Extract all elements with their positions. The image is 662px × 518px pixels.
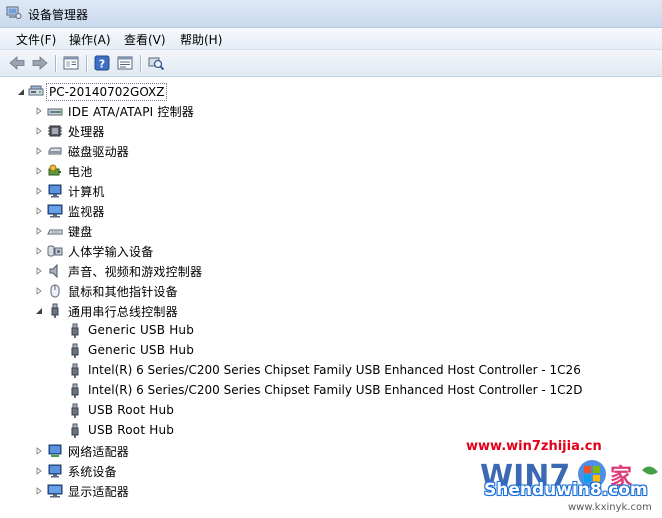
watermark-sub-url: www.kxinyk.com — [568, 502, 652, 513]
tree-item-label: 系统设备 — [68, 465, 117, 479]
menu-action[interactable]: 操作(A) — [67, 31, 113, 48]
keyboard-icon — [47, 229, 63, 235]
help-icon[interactable]: ? — [93, 54, 111, 72]
expand-arrow-icon[interactable] — [35, 467, 43, 475]
expand-arrow-icon[interactable] — [35, 127, 43, 135]
tree-child-label: Intel(R) 6 Series/C200 Series Chipset Fa… — [88, 383, 583, 397]
tree-item-label: 通用串行总线控制器 — [68, 305, 178, 319]
device-manager-icon — [6, 6, 22, 19]
tree-item-label: IDE ATA/ATAPI 控制器 — [68, 105, 194, 119]
tree-item-usb-controller[interactable]: 通用串行总线控制器 — [0, 301, 662, 321]
tree-child-usb-device[interactable]: USB Root Hub — [0, 421, 662, 441]
tree-child-usb-device[interactable]: Intel(R) 6 Series/C200 Series Chipset Fa… — [0, 381, 662, 401]
scan-hardware-icon[interactable] — [147, 54, 165, 72]
back-arrow-icon[interactable] — [8, 54, 26, 72]
console-tree-icon[interactable] — [62, 54, 80, 72]
toolbar-separator — [55, 55, 57, 72]
tree-child-label: USB Root Hub — [88, 423, 175, 437]
window-title: 设备管理器 — [28, 8, 89, 22]
tree-item-ide-controller[interactable]: IDE ATA/ATAPI 控制器 — [0, 101, 662, 121]
tree-item-processor[interactable]: 处理器 — [0, 121, 662, 141]
svg-text:?: ? — [99, 58, 105, 71]
expand-arrow-icon[interactable] — [35, 487, 43, 495]
toolbar: ? — [0, 50, 662, 77]
usb-device-icon — [71, 383, 79, 398]
tree-item-label: 计算机 — [68, 185, 105, 199]
tree-item-disk-drive[interactable]: 磁盘驱动器 — [0, 141, 662, 161]
watermark-brand: Shenduwin8.com — [484, 480, 648, 500]
menu-help[interactable]: 帮助(H) — [178, 31, 224, 48]
device-manager-window: 设备管理器 文件(F) 操作(A) 查看(V) 帮助(H) ? PC-20140… — [0, 0, 662, 518]
tree-item-keyboard[interactable]: 键盘 — [0, 221, 662, 241]
tree-child-usb-device[interactable]: Generic USB Hub — [0, 321, 662, 341]
tree-item-battery[interactable]: 电池 — [0, 161, 662, 181]
properties-icon[interactable] — [116, 54, 134, 72]
expand-arrow-icon[interactable] — [35, 207, 43, 215]
collapse-arrow-icon[interactable] — [35, 307, 43, 315]
tree-item-computer[interactable]: 计算机 — [0, 181, 662, 201]
toolbar-separator — [86, 55, 88, 72]
tree-child-usb-device[interactable]: Generic USB Hub — [0, 341, 662, 361]
tree-item-mouse[interactable]: 鼠标和其他指针设备 — [0, 281, 662, 301]
expand-arrow-icon[interactable] — [35, 187, 43, 195]
usb-device-icon — [71, 423, 79, 438]
tree-child-usb-device[interactable]: USB Root Hub — [0, 401, 662, 421]
collapse-arrow-icon[interactable] — [17, 88, 25, 96]
tree-item-label: 处理器 — [68, 125, 105, 139]
network-adapter-icon — [48, 444, 62, 457]
monitor-icon — [47, 204, 63, 218]
tree-child-label: Generic USB Hub — [88, 343, 195, 357]
tree-item-label: 监视器 — [68, 205, 105, 219]
mouse-icon — [50, 284, 60, 298]
forward-arrow-icon[interactable] — [31, 54, 49, 72]
tree-item-label: 键盘 — [68, 225, 93, 239]
system-device-icon — [48, 464, 62, 478]
tree-item-label: 电池 — [68, 165, 93, 179]
tree-child-label: Intel(R) 6 Series/C200 Series Chipset Fa… — [88, 363, 581, 377]
expand-arrow-icon[interactable] — [35, 147, 43, 155]
usb-device-icon — [71, 403, 79, 418]
hid-icon — [47, 245, 63, 257]
tree-item-label: 网络适配器 — [68, 445, 130, 459]
ide-controller-icon — [47, 108, 63, 116]
usb-icon — [51, 303, 59, 318]
processor-icon — [48, 125, 62, 137]
expand-arrow-icon[interactable] — [35, 447, 43, 455]
expand-arrow-icon[interactable] — [35, 287, 43, 295]
tree-item-label: 鼠标和其他指针设备 — [68, 285, 178, 299]
usb-device-icon — [71, 363, 79, 378]
expand-arrow-icon[interactable] — [35, 167, 43, 175]
tree-child-label: USB Root Hub — [88, 403, 175, 417]
display-adapter-icon — [47, 484, 63, 498]
usb-device-icon — [71, 343, 79, 358]
disk-drive-icon — [48, 147, 62, 155]
tree-child-label: Generic USB Hub — [88, 323, 195, 337]
tree-item-monitor[interactable]: 监视器 — [0, 201, 662, 221]
expand-arrow-icon[interactable] — [35, 247, 43, 255]
usb-device-icon — [71, 323, 79, 338]
tree-child-usb-device[interactable]: Intel(R) 6 Series/C200 Series Chipset Fa… — [0, 361, 662, 381]
expand-arrow-icon[interactable] — [35, 227, 43, 235]
computer-icon — [48, 184, 62, 198]
tree-item-sound[interactable]: 声音、视频和游戏控制器 — [0, 261, 662, 281]
expand-arrow-icon[interactable] — [35, 267, 43, 275]
tree-item-label: 显示适配器 — [68, 485, 130, 499]
battery-icon — [48, 164, 61, 176]
expand-arrow-icon[interactable] — [35, 107, 43, 115]
sound-icon — [49, 263, 58, 279]
computer-icon — [28, 85, 44, 96]
title-bar: 设备管理器 — [0, 0, 662, 28]
root-computer-name[interactable]: PC-20140702GOXZ — [46, 83, 168, 101]
tree-item-label: 声音、视频和游戏控制器 — [68, 265, 203, 279]
tree-root[interactable]: PC-20140702GOXZ — [0, 83, 662, 103]
menu-file[interactable]: 文件(F) — [14, 31, 58, 48]
tree-item-label: 人体学输入设备 — [68, 245, 154, 259]
tree-item-hid[interactable]: 人体学输入设备 — [0, 241, 662, 261]
tree-item-label: 磁盘驱动器 — [68, 145, 130, 159]
toolbar-separator — [140, 55, 142, 72]
menu-bar: 文件(F) 操作(A) 查看(V) 帮助(H) — [0, 28, 662, 50]
menu-view[interactable]: 查看(V) — [122, 31, 168, 48]
